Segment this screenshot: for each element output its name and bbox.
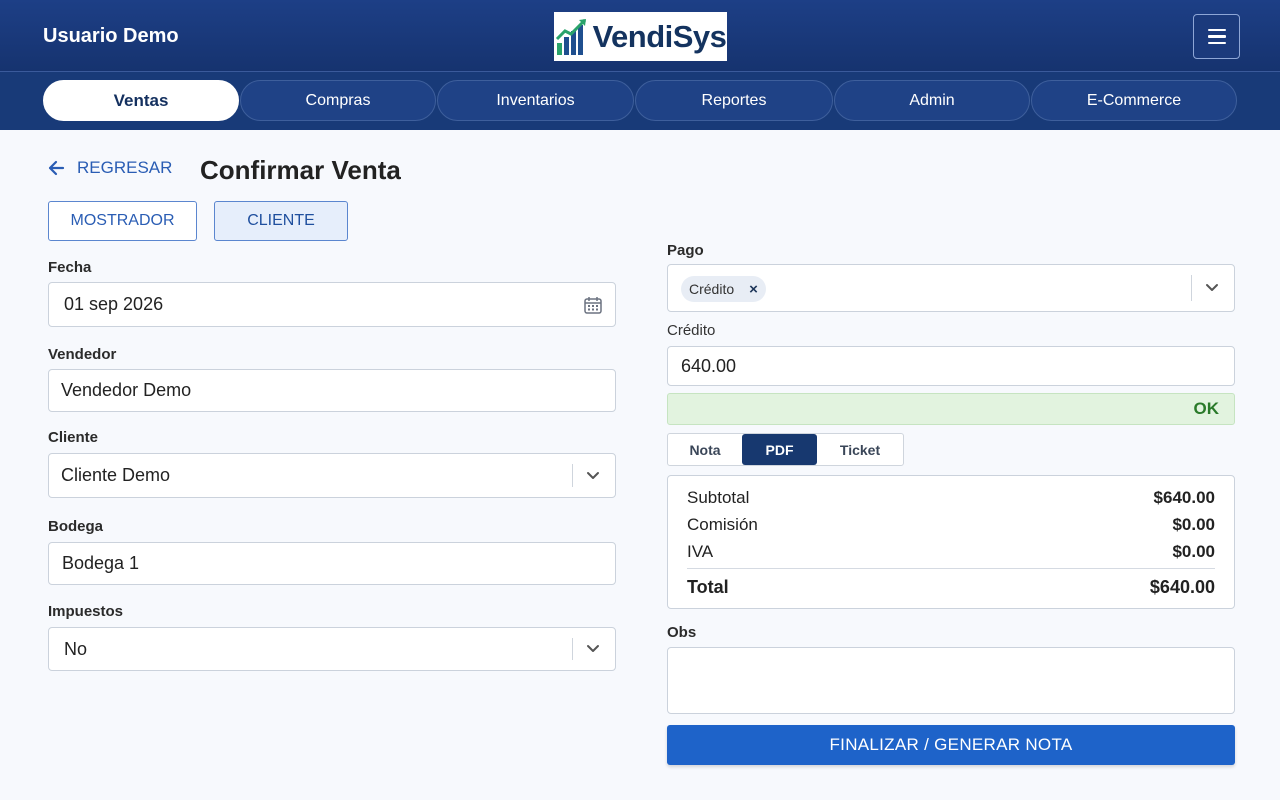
chevron-down-icon[interactable]	[586, 471, 600, 481]
subtotal-row: Subtotal $640.00	[687, 488, 1215, 508]
total-label: Total	[687, 577, 729, 597]
impuestos-value: No	[64, 638, 88, 659]
chip-remove-icon[interactable]: ×	[749, 281, 758, 298]
vendedor-label: Vendedor	[48, 346, 117, 363]
impuestos-select[interactable]: No	[48, 627, 616, 671]
total-value: $640.00	[1149, 577, 1215, 597]
iva-row: IVA $0.00	[687, 542, 1215, 562]
bodega-label: Bodega	[48, 518, 104, 535]
hamburger-menu-icon	[1207, 28, 1226, 32]
format-ticket[interactable]: Ticket	[817, 434, 903, 465]
format-nota[interactable]: Nota	[668, 434, 742, 465]
status-text: OK	[1193, 399, 1220, 418]
select-divider	[572, 638, 573, 660]
mostrador-button[interactable]: MOSTRADOR	[48, 201, 197, 241]
fecha-label: Fecha	[48, 259, 92, 276]
cliente-select[interactable]: Cliente Demo	[48, 453, 616, 498]
tab-ventas[interactable]: Ventas	[43, 80, 239, 121]
subtotal-label: Subtotal	[687, 488, 750, 507]
fecha-field[interactable]: 01 sep 2026	[48, 282, 616, 327]
credito-value: 640.00	[681, 355, 737, 376]
chevron-down-icon[interactable]	[586, 644, 600, 654]
tab-e-commerce[interactable]: E-Commerce	[1031, 80, 1237, 121]
subtotal-value: $640.00	[1153, 488, 1215, 507]
pago-label: Pago	[667, 242, 704, 259]
fecha-value: 01 sep 2026	[64, 294, 164, 314]
select-divider	[572, 464, 573, 487]
impuestos-label: Impuestos	[48, 603, 124, 620]
pago-chip-label: Crédito	[689, 281, 735, 297]
bodega-value: Bodega 1	[62, 553, 140, 573]
pago-chip: Crédito ×	[681, 276, 766, 302]
totals-summary: Subtotal $640.00 Comisión $0.00 IVA $0.0…	[667, 475, 1235, 609]
obs-label: Obs	[667, 624, 697, 641]
user-name: Usuario Demo	[43, 25, 179, 47]
iva-value: $0.00	[1172, 542, 1215, 561]
comision-row: Comisión $0.00	[687, 515, 1215, 535]
arrow-left-icon	[48, 160, 65, 176]
calendar-icon[interactable]	[583, 295, 603, 315]
hamburger-menu-button[interactable]	[1193, 14, 1240, 59]
vendedor-field[interactable]: Vendedor Demo	[48, 369, 616, 412]
output-format-selector: Nota PDF Ticket	[667, 433, 904, 466]
total-row: Total $640.00	[687, 577, 1215, 598]
tab-reportes[interactable]: Reportes	[635, 80, 833, 121]
credito-label: Crédito	[667, 322, 716, 339]
pago-select[interactable]: Crédito ×	[667, 264, 1235, 312]
comision-value: $0.00	[1172, 515, 1215, 534]
credito-input[interactable]: 640.00	[667, 346, 1235, 386]
vendedor-value: Vendedor Demo	[61, 380, 192, 400]
finalize-button[interactable]: FINALIZAR / GENERAR NOTA	[667, 725, 1235, 765]
cliente-button[interactable]: CLIENTE	[214, 201, 348, 241]
bar-chart-logo-icon	[555, 18, 586, 55]
select-divider	[1191, 275, 1192, 301]
tab-admin[interactable]: Admin	[834, 80, 1030, 121]
top-bar: Usuario Demo VendiSys	[0, 0, 1280, 72]
format-pdf[interactable]: PDF	[742, 434, 817, 465]
tab-inventarios[interactable]: Inventarios	[437, 80, 634, 121]
cliente-label: Cliente	[48, 429, 99, 446]
credit-status-bar: OK	[667, 393, 1235, 425]
iva-label: IVA	[687, 542, 714, 561]
chevron-down-icon[interactable]	[1205, 283, 1219, 293]
obs-textarea[interactable]	[667, 647, 1235, 714]
back-button[interactable]: REGRESAR	[47, 158, 172, 178]
logo-text: VendiSys	[592, 18, 727, 54]
summary-divider	[687, 568, 1215, 569]
comision-label: Comisión	[687, 515, 758, 534]
app-logo[interactable]: VendiSys	[554, 12, 727, 61]
main-nav: Ventas Compras Inventarios Reportes Admi…	[0, 72, 1280, 130]
page-title: Confirmar Venta	[200, 155, 401, 185]
cliente-value: Cliente Demo	[61, 465, 171, 485]
back-label: REGRESAR	[77, 158, 173, 177]
bodega-field[interactable]: Bodega 1	[48, 542, 616, 585]
tab-compras[interactable]: Compras	[240, 80, 436, 121]
